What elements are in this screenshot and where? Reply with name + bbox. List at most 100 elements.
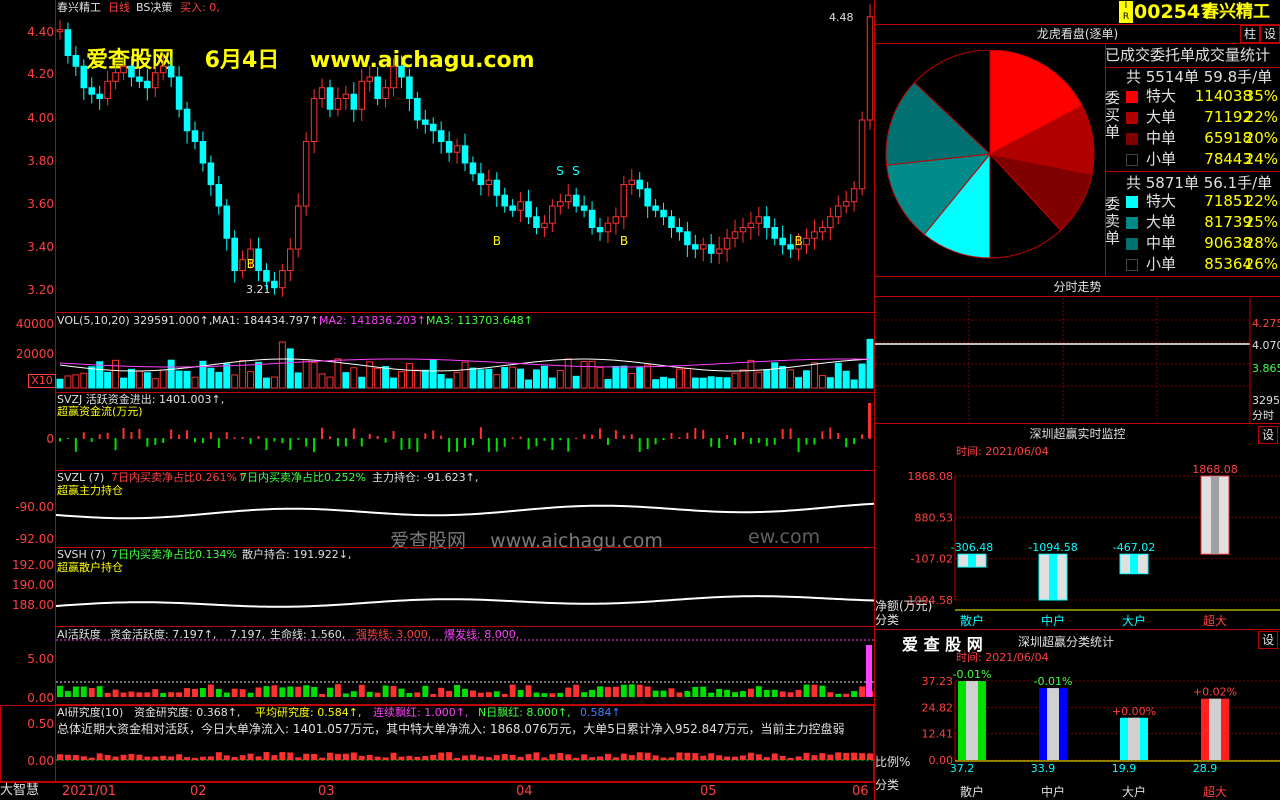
research-bar [295, 757, 302, 760]
volume-bar [803, 370, 810, 389]
classify-bar-stripe [1128, 717, 1140, 760]
volume-bar [683, 367, 691, 389]
legend-swatch [1126, 238, 1138, 250]
candle-body [517, 201, 524, 211]
classify-change-label: -0.01% [953, 668, 992, 681]
candle-body [398, 65, 405, 78]
research-bar [668, 757, 675, 760]
activity-bar [207, 684, 214, 697]
activity-bar [72, 686, 79, 697]
stock-name: 春兴精工 [1202, 2, 1270, 22]
volume-bar [342, 372, 350, 389]
volume-bar [207, 367, 215, 389]
volume-bar [739, 369, 747, 389]
ai-research-chart [56, 752, 874, 761]
activity-bar [311, 686, 318, 697]
classify-category: 超大 [1203, 784, 1227, 799]
flow-bar [233, 437, 236, 439]
activity-bar [144, 692, 151, 697]
monitor-category: 超大 [1203, 613, 1227, 628]
research-bar [779, 755, 786, 760]
svsh-axis-tick: 192.00 [12, 558, 54, 572]
candle-body [279, 270, 286, 289]
flow-bar [734, 438, 737, 446]
volume-bar [572, 375, 580, 389]
flow-bar [718, 438, 721, 448]
activity-bar [438, 687, 445, 697]
research-bar [843, 752, 850, 760]
research-bar [168, 756, 175, 760]
research-bar [787, 757, 794, 760]
flow-bar [241, 437, 244, 439]
activity-bar [287, 686, 294, 697]
research-bar [851, 752, 858, 760]
activity-bar [859, 686, 866, 697]
research-bar [57, 754, 63, 760]
activity-bar [215, 688, 222, 697]
volume-bar [747, 359, 755, 389]
activity-bar [652, 690, 659, 697]
volume-bar [405, 362, 413, 389]
order-row: 中单 90638 28% [1126, 233, 1280, 254]
candle-body [271, 280, 278, 289]
flow-bar [765, 438, 768, 447]
research-bar [493, 755, 500, 760]
flow-bar [511, 437, 514, 439]
volume-bar [80, 372, 88, 389]
flow-bar [583, 434, 586, 439]
flow-bar [567, 438, 570, 452]
research-bar [327, 752, 333, 760]
volume-bar [437, 374, 445, 389]
order-volume: 81739 [1204, 213, 1252, 231]
volume-bar [215, 371, 223, 389]
research-bar [811, 755, 818, 760]
research-bar [485, 757, 492, 760]
candle-body [580, 205, 588, 211]
bar-toggle-button[interactable]: 柱 [1240, 25, 1260, 43]
activity-bar [763, 689, 770, 697]
research-bar [207, 756, 214, 760]
candle-body [96, 93, 103, 99]
activity-bar [88, 688, 95, 697]
order-volume: 78443 [1204, 150, 1252, 168]
candle-body [707, 244, 715, 254]
classify-settings-button[interactable]: 设 [1258, 631, 1278, 649]
volume-bar [501, 366, 509, 389]
volume-bar [628, 372, 636, 389]
research-bar [382, 757, 389, 760]
candle-body [429, 123, 437, 132]
research-bar [72, 755, 79, 760]
classify-bar-stripe [1209, 698, 1221, 760]
svsh-axis-tick: 190.00 [12, 578, 54, 592]
monitor-settings-button[interactable]: 设 [1258, 426, 1278, 444]
flow-bar [360, 438, 363, 447]
monitor-cat-unit: 分类 [875, 613, 900, 627]
candle-body [787, 244, 794, 250]
order-type: 特大 [1146, 87, 1177, 105]
candle-body [612, 216, 620, 224]
flow-bar [313, 438, 316, 453]
volume-bar [56, 378, 64, 389]
activity-bar-latest [866, 645, 872, 697]
flow-bar [122, 428, 125, 439]
candle-body [747, 222, 755, 228]
volume-bar [755, 371, 763, 389]
activity-bar [279, 687, 286, 697]
flow-bar [614, 430, 617, 439]
flow-bar [193, 438, 196, 443]
flow-bar [646, 438, 649, 450]
candle-body [604, 222, 612, 233]
activity-bar [477, 692, 484, 697]
activity-bar [192, 688, 198, 697]
activity-bar [787, 692, 794, 697]
research-bar [724, 756, 731, 760]
settings-button[interactable]: 设 [1260, 25, 1280, 43]
activity-bar [64, 691, 71, 697]
research-bar [763, 757, 770, 760]
candle-body [453, 145, 461, 153]
activity-bar [819, 685, 826, 697]
candlestick-chart[interactable]: B B S S B B [56, 0, 874, 313]
volume-bar [588, 360, 596, 389]
intraday-chart[interactable] [875, 298, 1280, 424]
volume-bar [707, 376, 715, 389]
